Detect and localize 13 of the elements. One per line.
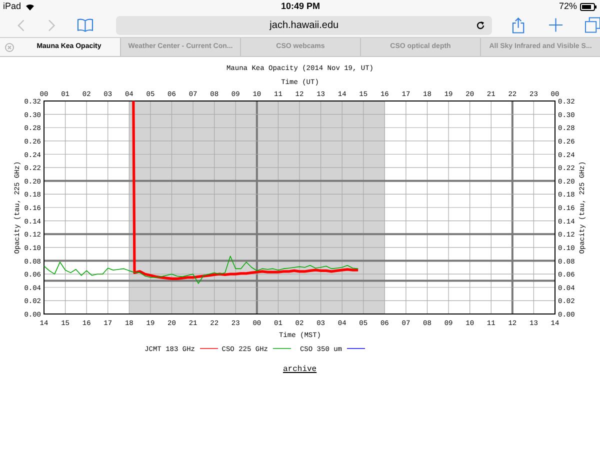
- url-field[interactable]: jach.hawaii.edu: [116, 16, 492, 34]
- device-name: iPad: [3, 0, 22, 13]
- reload-icon[interactable]: [476, 20, 486, 30]
- battery-percent: 72%: [558, 0, 577, 13]
- plus-icon[interactable]: [548, 18, 562, 32]
- battery-icon: [580, 2, 597, 10]
- tabs-icon[interactable]: [584, 17, 600, 33]
- share-icon[interactable]: [512, 16, 525, 34]
- archive-link[interactable]: archive: [283, 364, 317, 376]
- bookmarks-icon[interactable]: [77, 18, 94, 32]
- close-tab-icon[interactable]: [4, 42, 14, 52]
- wifi-icon: [25, 2, 36, 10]
- clock: 10:49 PM: [281, 0, 320, 13]
